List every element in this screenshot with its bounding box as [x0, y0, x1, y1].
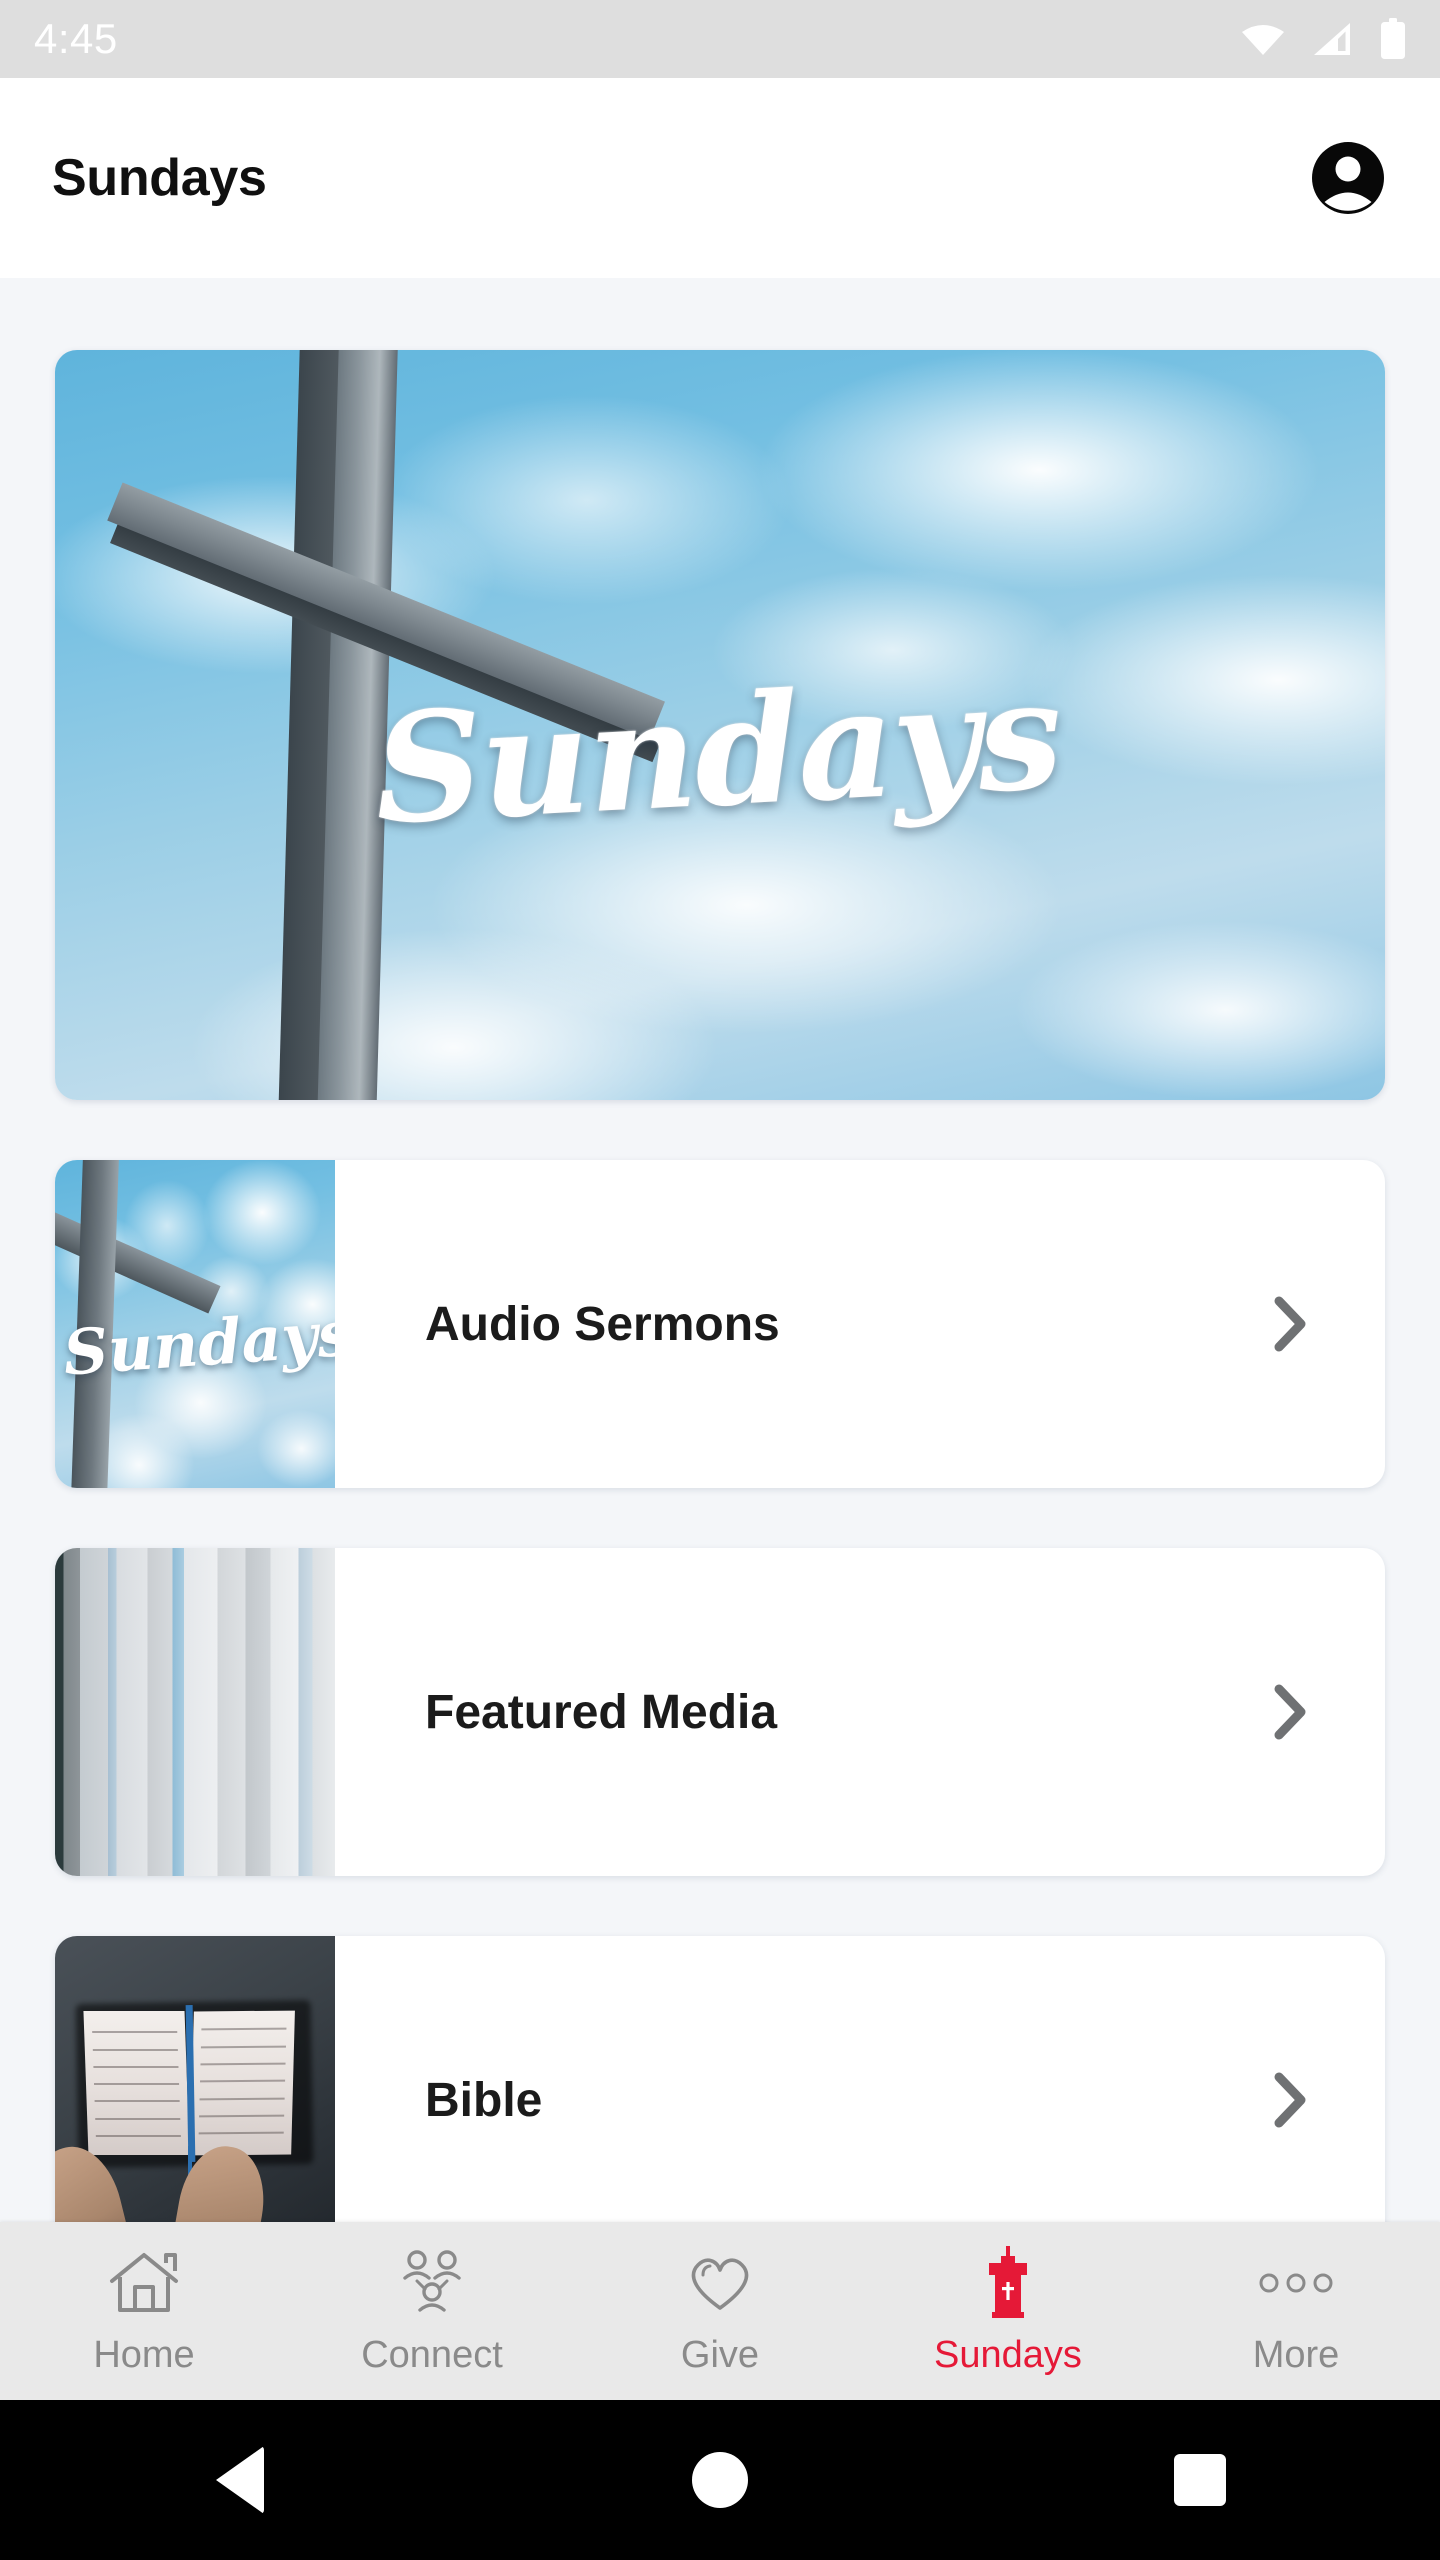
status-bar: 4:45 — [0, 0, 1440, 78]
battery-icon — [1380, 18, 1406, 60]
back-triangle-icon[interactable] — [0, 2446, 480, 2514]
app-bar: Sundays — [0, 78, 1440, 278]
list-item-thumbnail — [55, 1548, 335, 1876]
pulpit-cross-icon — [975, 2246, 1041, 2320]
list-item-label: Bible — [425, 2073, 543, 2127]
list-item-thumbnail — [55, 1936, 335, 2222]
list-item[interactable]: Sundays Audio Sermons — [55, 1160, 1385, 1488]
recents-square-icon[interactable] — [960, 2454, 1440, 2506]
tab-label: Give — [680, 2334, 760, 2376]
chevron-right-icon[interactable] — [1267, 1936, 1385, 2222]
chevron-right-icon[interactable] — [1267, 1160, 1385, 1488]
list-item-thumbnail: Sundays — [55, 1160, 335, 1488]
cellular-signal-icon — [1312, 21, 1354, 57]
account-avatar-icon[interactable] — [1308, 138, 1388, 218]
tab-give[interactable]: Give — [576, 2222, 864, 2377]
heart-icon — [684, 2246, 756, 2320]
tab-home[interactable]: Home — [0, 2222, 288, 2377]
status-icons — [1240, 18, 1406, 60]
tab-sundays[interactable]: Sundays — [864, 2222, 1152, 2377]
list-item-label: Audio Sermons — [425, 1297, 780, 1351]
list-item-label: Featured Media — [425, 1685, 778, 1739]
phone-screen: 4:45 Sundays Sundays Sundays Audio Sermo… — [0, 0, 1440, 2560]
list-item[interactable]: Bible — [55, 1936, 1385, 2222]
page-title: Sundays — [52, 149, 267, 207]
tab-label: Connect — [361, 2334, 503, 2376]
tab-connect[interactable]: Connect — [288, 2222, 576, 2377]
scroll-content[interactable]: Sundays Sundays Audio Sermons Featured M… — [0, 278, 1440, 2222]
home-icon — [107, 2246, 181, 2320]
status-time: 4:45 — [34, 15, 118, 62]
hero-banner[interactable]: Sundays — [55, 350, 1385, 1100]
tab-label: More — [1252, 2334, 1340, 2376]
home-circle-icon[interactable] — [480, 2452, 960, 2508]
tab-label: Home — [93, 2334, 195, 2376]
bible-left-page — [83, 2011, 190, 2156]
tab-more[interactable]: More — [1152, 2222, 1440, 2377]
bible-right-page — [190, 2011, 295, 2157]
more-dots-icon — [1257, 2246, 1335, 2320]
tab-label: Sundays — [934, 2334, 1082, 2376]
list-item[interactable]: Featured Media — [55, 1548, 1385, 1876]
android-system-nav — [0, 2400, 1440, 2560]
chevron-right-icon[interactable] — [1267, 1548, 1385, 1876]
wifi-icon — [1240, 21, 1286, 57]
bottom-tab-bar: Home Connect Give Sundays More — [0, 2222, 1440, 2400]
people-group-icon — [395, 2246, 469, 2320]
